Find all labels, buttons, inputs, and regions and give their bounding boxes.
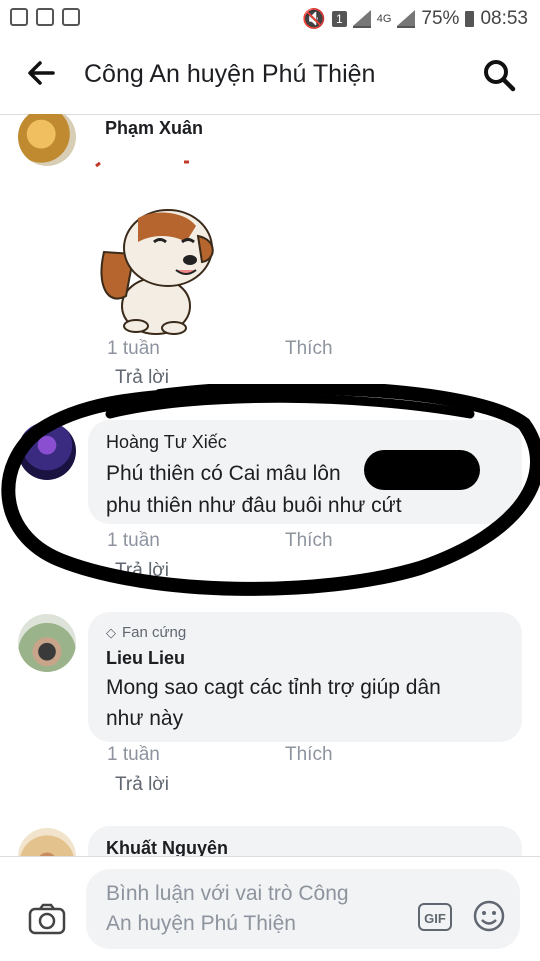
comment-bubble: Khuất Nguyên: [88, 826, 522, 856]
comment-text-line1: Phú thiên có Cai mâu lôn: [106, 462, 341, 485]
cleaner-icon: [36, 8, 54, 26]
like-button[interactable]: Thích: [285, 338, 333, 360]
comment-text-line2: như này: [106, 707, 184, 730]
battery-percent: 75%: [421, 8, 460, 29]
commenter-name[interactable]: Phạm Xuân: [105, 118, 203, 139]
notification-icons: [10, 8, 80, 26]
system-indicators: 🔇 1 4G 75% 08:53: [302, 7, 528, 31]
gif-icon[interactable]: GIF: [418, 903, 452, 931]
mute-icon: 🔇: [302, 9, 327, 30]
diamond-icon: ◇: [106, 624, 116, 640]
like-button[interactable]: Thích: [285, 744, 333, 766]
redaction-mark: [364, 450, 480, 490]
reply-button[interactable]: Trả lời: [115, 560, 169, 582]
reply-button[interactable]: Trả lời: [115, 367, 169, 389]
network-type: 4G: [376, 13, 392, 25]
commenter-name[interactable]: Lieu Lieu: [106, 648, 185, 669]
page-title: Công An huyện Phú Thiện: [84, 60, 376, 88]
comment-input[interactable]: Bình luận với vai trò Công An huyện Phú …: [86, 869, 520, 949]
fan-badge: ◇ Fan cứng: [106, 624, 186, 641]
avatar[interactable]: [18, 828, 76, 856]
commenter-name[interactable]: Khuất Nguyên: [106, 838, 228, 856]
status-bar: 🔇 1 4G 75% 08:53: [0, 0, 540, 36]
dog-sticker: [86, 156, 255, 336]
comment-time: 1 tuần: [107, 744, 160, 765]
battery-icon: [465, 11, 475, 27]
comment-composer: Bình luận với vai trò Công An huyện Phú …: [0, 856, 540, 961]
placeholder-line2: An huyện Phú Thiện: [106, 912, 296, 935]
comment-text-line2: phu thiên như đâu buôi như cứt: [106, 494, 402, 517]
comment-text-line1: Mong sao cagt các tỉnh trợ giúp dân: [106, 676, 441, 699]
clock: 08:53: [480, 8, 528, 29]
reply-button[interactable]: Trả lời: [115, 774, 169, 796]
like-button[interactable]: Thích: [285, 530, 333, 552]
gallery-icon: [10, 8, 28, 26]
signal-icon: [352, 10, 371, 28]
camera-icon[interactable]: [28, 903, 66, 935]
avatar[interactable]: [18, 422, 76, 480]
badge-label: Fan cứng: [122, 624, 187, 641]
commenter-name[interactable]: Hoàng Tư Xiếc: [106, 432, 227, 453]
sim-indicator: 1: [332, 11, 347, 27]
placeholder-line1: Bình luận với vai trò Công: [106, 882, 349, 905]
app-bar: Công An huyện Phú Thiện: [0, 36, 540, 115]
comment-time: 1 tuần: [107, 530, 160, 551]
avatar[interactable]: [18, 614, 76, 672]
comment-list[interactable]: Phạm Xuân 1 tuần Thích Trả lời Hoàng Tư …: [0, 114, 540, 856]
comment-bubble: ◇ Fan cứng Lieu Lieu Mong sao cagt các t…: [88, 612, 522, 742]
input-placeholder: Bình luận với vai trò Công An huyện Phú …: [106, 879, 406, 939]
search-icon[interactable]: [482, 58, 516, 92]
emoji-icon[interactable]: [472, 899, 506, 933]
comment-time: 1 tuần: [107, 338, 160, 359]
back-arrow-icon[interactable]: [26, 58, 56, 93]
signal-icon-2: [397, 10, 416, 28]
checkbox-icon: [62, 8, 80, 26]
avatar[interactable]: [18, 114, 76, 166]
